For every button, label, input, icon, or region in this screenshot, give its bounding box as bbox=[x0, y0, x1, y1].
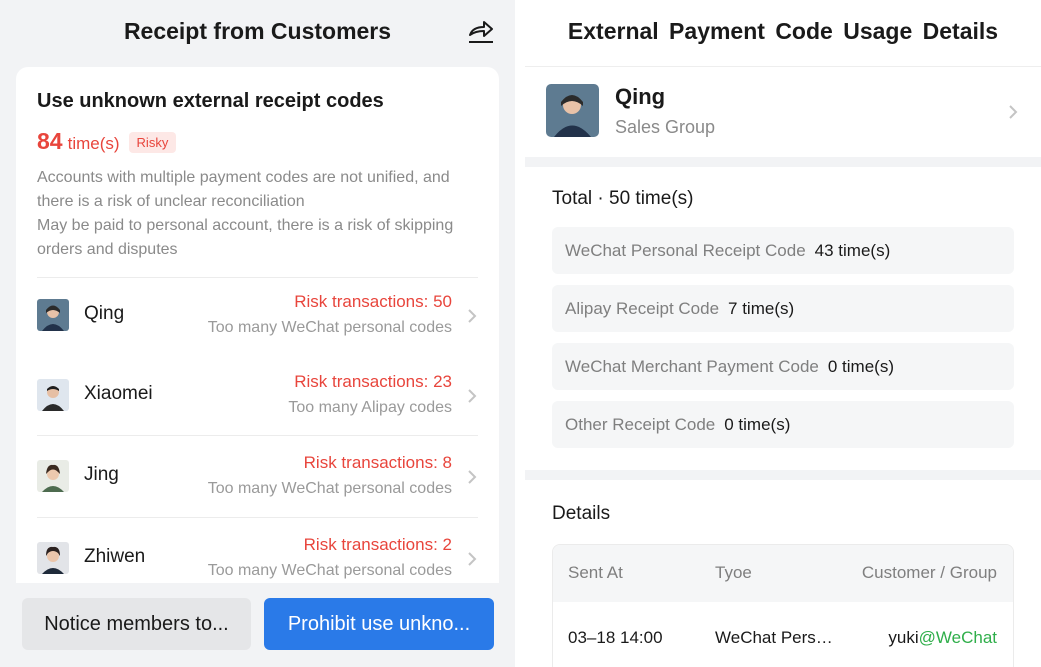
action-bar: Notice members to... Prohibit use unkno.… bbox=[0, 583, 515, 667]
code-count: 43 time(s) bbox=[814, 240, 891, 260]
details-title: Details bbox=[552, 503, 611, 524]
member-profile[interactable]: Qing Sales Group bbox=[525, 67, 1041, 157]
section-divider bbox=[525, 470, 1041, 480]
code-label: WeChat Personal Receipt Code bbox=[565, 240, 806, 260]
code-count: 7 time(s) bbox=[728, 298, 795, 318]
risk-description: Accounts with multiple payment codes are… bbox=[37, 166, 482, 262]
chevron-right-icon bbox=[466, 306, 478, 326]
code-usage-row: Other Receipt Code 0 time(s) bbox=[552, 401, 1014, 448]
code-usage-row: WeChat Personal Receipt Code 43 time(s) bbox=[552, 227, 1014, 274]
risk-reason: Too many WeChat personal codes bbox=[207, 480, 452, 497]
column-header-sent-at: Sent At bbox=[568, 563, 623, 582]
cell-sent-at: 03–18 14:00 bbox=[568, 628, 663, 647]
profile-group: Sales Group bbox=[615, 117, 716, 137]
count-unit: time(s) bbox=[67, 134, 120, 153]
risk-count: Risk transactions: 8 bbox=[303, 453, 452, 472]
list-item[interactable]: Xiaomei Risk transactions: 23 Too many A… bbox=[37, 357, 478, 439]
risk-count: Risk transactions: 50 bbox=[294, 292, 452, 311]
page-title: External Payment Code Usage Details bbox=[567, 18, 999, 44]
risk-count: Risk transactions: 23 bbox=[294, 372, 452, 391]
cell-customer: yuki@WeChat bbox=[888, 628, 997, 648]
avatar bbox=[37, 379, 69, 411]
profile-name: Qing bbox=[615, 84, 666, 109]
avatar bbox=[37, 460, 69, 492]
code-label: WeChat Merchant Payment Code bbox=[565, 356, 819, 376]
code-usage-row: Alipay Receipt Code 7 time(s) bbox=[552, 285, 1014, 332]
prohibit-button[interactable]: Prohibit use unkno... bbox=[264, 598, 494, 650]
list-item[interactable]: Qing Risk transactions: 50 Too many WeCh… bbox=[37, 277, 478, 359]
page-title: Receipt from Customers bbox=[123, 18, 392, 44]
total-count: Total · 50 time(s) bbox=[552, 188, 694, 209]
customer-source: @WeChat bbox=[918, 628, 997, 647]
left-panel: Receipt from Customers Use unknown exter… bbox=[0, 0, 515, 667]
chevron-right-icon bbox=[1007, 102, 1019, 122]
avatar bbox=[37, 542, 69, 574]
table-header: Sent At Tyoe Customer / Group bbox=[553, 545, 1013, 602]
risk-count: Risk transactions: 2 bbox=[303, 535, 452, 554]
avatar bbox=[37, 299, 69, 331]
risk-reason: Too many WeChat personal codes bbox=[207, 562, 452, 579]
right-panel: External Payment Code Usage Details Qing… bbox=[525, 0, 1041, 667]
status-badge: Risky bbox=[128, 132, 177, 153]
column-header-customer: Customer / Group bbox=[861, 563, 997, 582]
count-number: 84 bbox=[37, 128, 63, 154]
code-count: 0 time(s) bbox=[827, 356, 894, 376]
chevron-right-icon bbox=[466, 386, 478, 406]
cell-type: WeChat Pers… bbox=[715, 628, 833, 647]
section-divider bbox=[525, 157, 1041, 167]
member-name: Zhiwen bbox=[84, 546, 146, 567]
code-usage-row: WeChat Merchant Payment Code 0 time(s) bbox=[552, 343, 1014, 390]
customer-name: yuki bbox=[888, 628, 919, 647]
left-header: Receipt from Customers bbox=[0, 0, 515, 67]
table-row[interactable]: 03–18 14:00 WeChat Pers… yuki@WeChat bbox=[553, 602, 1013, 667]
member-name: Jing bbox=[84, 464, 119, 485]
avatar bbox=[546, 84, 599, 137]
notice-members-button[interactable]: Notice members to... bbox=[22, 598, 251, 650]
risk-reason: Too many WeChat personal codes bbox=[207, 319, 452, 336]
member-name: Qing bbox=[84, 303, 125, 324]
usage-count: 84 time(s) Risky bbox=[37, 128, 177, 155]
member-name: Xiaomei bbox=[84, 383, 153, 404]
list-item[interactable]: Jing Risk transactions: 8 Too many WeCha… bbox=[37, 438, 478, 520]
card-title: Use unknown external receipt codes bbox=[37, 90, 384, 112]
description-line: Accounts with multiple payment codes are… bbox=[37, 169, 450, 210]
share-icon[interactable] bbox=[466, 18, 496, 48]
chevron-right-icon bbox=[466, 549, 478, 569]
code-label: Alipay Receipt Code bbox=[565, 298, 720, 318]
code-label: Other Receipt Code bbox=[565, 414, 716, 434]
column-header-type: Tyoe bbox=[715, 563, 752, 582]
code-count: 0 time(s) bbox=[724, 414, 791, 434]
risk-card: Use unknown external receipt codes 84 ti… bbox=[16, 67, 499, 667]
description-line: May be paid to personal account, there i… bbox=[37, 217, 454, 258]
chevron-right-icon bbox=[466, 467, 478, 487]
risk-reason: Too many Alipay codes bbox=[288, 399, 452, 416]
details-table: Sent At Tyoe Customer / Group 03–18 14:0… bbox=[552, 544, 1014, 667]
